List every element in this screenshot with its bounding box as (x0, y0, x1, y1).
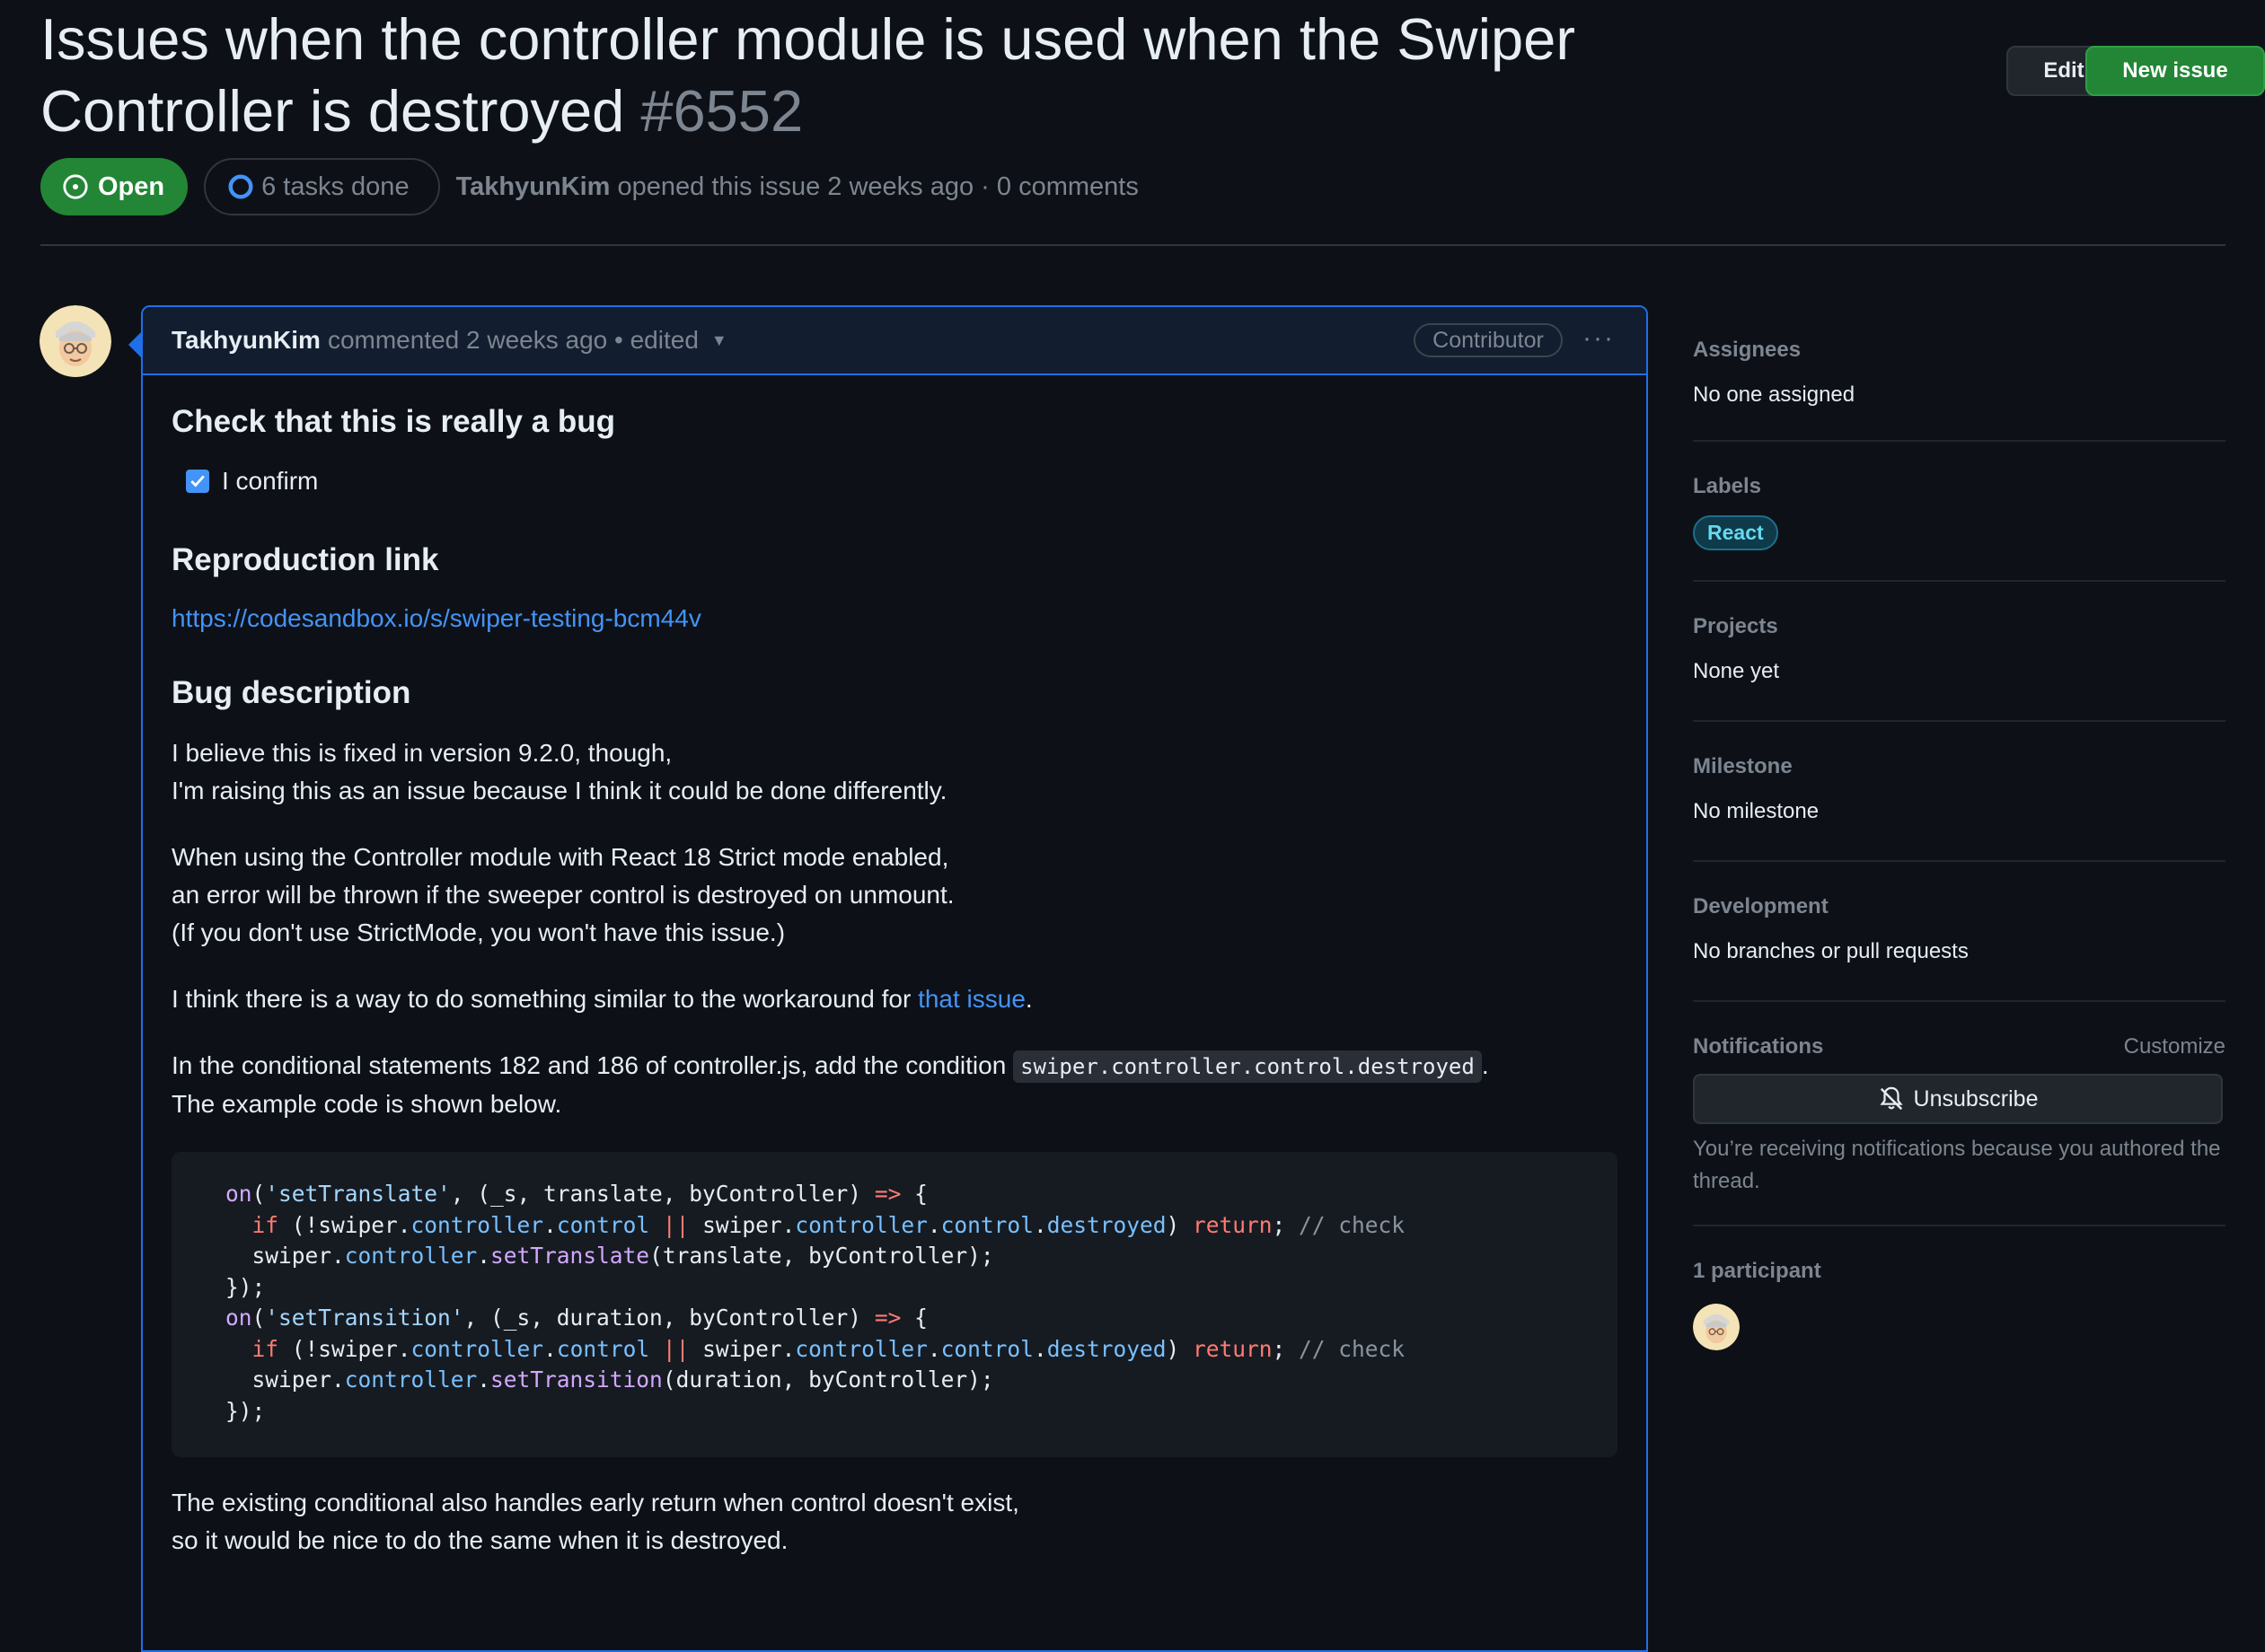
contributor-badge: Contributor (1414, 323, 1563, 357)
issue-number: #6552 (640, 78, 804, 144)
p1-line2: I'm raising this as an issue because I t… (172, 777, 947, 804)
inline-code: swiper.controller.control.destroyed (1013, 1050, 1482, 1083)
labels-section: Labels React (1693, 442, 2225, 582)
paragraph-4: In the conditional statements 182 and 18… (172, 1047, 1617, 1123)
p2-line1: When using the Controller module with Re… (172, 843, 949, 871)
p4-pre: In the conditional statements 182 and 18… (172, 1051, 1014, 1079)
opened-meta: TakhyunKim opened this issue 2 weeks ago… (456, 172, 1139, 202)
unsubscribe-button[interactable]: Unsubscribe (1693, 1074, 2223, 1124)
p4-post: . (1481, 1051, 1489, 1079)
projects-section: Projects None yet (1693, 582, 2225, 722)
p3-pre: I think there is a way to do something s… (172, 985, 919, 1013)
notifications-heading: Notifications (1693, 1034, 1824, 1059)
confirm-checkbox[interactable] (186, 470, 209, 493)
notifications-note: You’re receiving notifications because y… (1693, 1137, 2221, 1193)
assignees-section: Assignees No one assigned (1693, 305, 2225, 442)
state-label: Open (98, 171, 165, 201)
assignees-value: No one assigned (1693, 382, 1855, 407)
comment-body: Check that this is really a bug I confir… (143, 404, 1646, 1560)
confirm-task: I confirm (186, 467, 1617, 496)
p5-line1: The existing conditional also handles ea… (172, 1489, 1019, 1516)
milestone-value: No milestone (1693, 799, 1820, 823)
that-issue-link[interactable]: that issue (918, 985, 1026, 1013)
p2-line2: an error will be thrown if the sweeper c… (172, 881, 955, 909)
issue-title: Issues when the controller module is use… (40, 4, 1828, 147)
comment-header: TakhyunKim commented 2 weeks ago • edite… (143, 307, 1646, 375)
paragraph-5: The existing conditional also handles ea… (172, 1484, 1617, 1560)
issue-meta: Open 6 tasks done TakhyunKim opened this… (40, 158, 1139, 215)
development-heading[interactable]: Development (1693, 894, 2225, 919)
p1-line1: I believe this is fixed in version 9.2.0… (172, 739, 673, 767)
unsubscribe-label: Unsubscribe (1913, 1085, 2039, 1112)
participants-heading: 1 participant (1693, 1259, 1821, 1283)
paragraph-3: I think there is a way to do something s… (172, 980, 1617, 1018)
projects-heading[interactable]: Projects (1693, 614, 2225, 639)
author-avatar[interactable] (40, 305, 111, 377)
memoji-avatar-icon (40, 305, 111, 377)
issue-sidebar: Assignees No one assigned Labels React P… (1693, 305, 2225, 1350)
projects-value: None yet (1693, 659, 1780, 683)
p5-line2: so it would be nice to do the same when … (172, 1526, 789, 1554)
milestone-heading[interactable]: Milestone (1693, 754, 2225, 779)
comment-author-link[interactable]: TakhyunKim (172, 326, 321, 355)
participant-avatar[interactable] (1693, 1304, 1740, 1350)
issue-open-icon (63, 174, 88, 199)
paragraph-2: When using the Controller module with Re… (172, 839, 1617, 952)
new-issue-button[interactable]: New issue (2085, 46, 2265, 96)
heading-repro: Reproduction link (172, 542, 439, 577)
checkmark-icon (190, 475, 205, 488)
bell-slash-icon (1879, 1086, 1903, 1111)
heading-bug-description: Bug description (172, 675, 411, 710)
header-divider (40, 244, 2225, 246)
labels-heading[interactable]: Labels (1693, 474, 2225, 499)
edit-history-chevron-icon[interactable]: ▼ (711, 331, 727, 350)
comment-menu-kebab-icon[interactable]: ··· (1582, 323, 1615, 354)
notifications-section: Notifications Customize Unsubscribe You’… (1693, 1002, 2225, 1226)
participants-section: 1 participant (1693, 1226, 2225, 1350)
opened-text: opened this issue 2 weeks ago · 0 commen… (617, 171, 1139, 201)
progress-ring-icon (228, 174, 253, 199)
p3-post: . (1025, 985, 1033, 1013)
label-react[interactable]: React (1693, 515, 1778, 550)
comment-card: TakhyunKim commented 2 weeks ago • edite… (141, 305, 1648, 1652)
paragraph-1: I believe this is fixed in version 9.2.0… (172, 734, 1617, 810)
development-section: Development No branches or pull requests (1693, 862, 2225, 1002)
code-block: on('setTranslate', (_s, translate, byCon… (172, 1152, 1617, 1457)
repro-link[interactable]: https://codesandbox.io/s/swiper-testing-… (172, 604, 701, 632)
milestone-section: Milestone No milestone (1693, 722, 2225, 862)
assignees-heading[interactable]: Assignees (1693, 338, 2225, 363)
confirm-label: I confirm (222, 467, 319, 495)
issue-title-text: Issues when the controller module is use… (40, 6, 1575, 144)
heading-check-bug: Check that this is really a bug (172, 404, 616, 439)
customize-link[interactable]: Customize (2124, 1034, 2225, 1059)
tasks-label: 6 tasks done (261, 171, 410, 201)
p2-line3: (If you don't use StrictMode, you won't … (172, 918, 786, 946)
issue-author-link[interactable]: TakhyunKim (456, 172, 611, 201)
development-value: No branches or pull requests (1693, 939, 1969, 963)
p4-line2: The example code is shown below. (172, 1090, 562, 1118)
memoji-avatar-icon (1693, 1304, 1740, 1350)
state-badge: Open (40, 158, 189, 215)
comment-meta[interactable]: commented 2 weeks ago • edited (328, 326, 699, 355)
tasks-progress[interactable]: 6 tasks done (204, 158, 440, 215)
